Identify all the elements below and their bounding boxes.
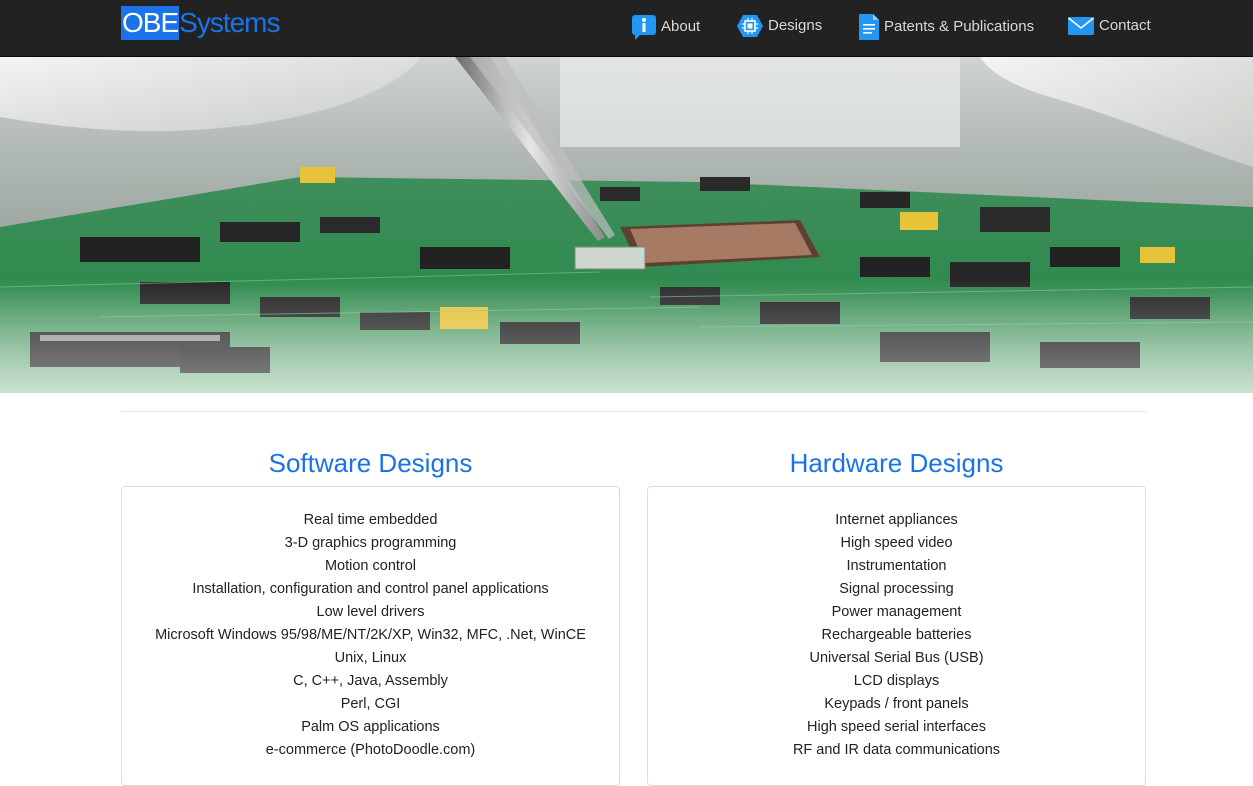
hardware-designs-panel: Internet appliances High speed video Ins… <box>647 486 1146 786</box>
list-item: Instrumentation <box>846 558 947 574</box>
hardware-list: Internet appliances High speed video Ins… <box>648 509 1145 762</box>
list-item: High speed video <box>840 535 953 551</box>
list-item: Universal Serial Bus (USB) <box>809 650 984 666</box>
list-item: High speed serial interfaces <box>807 719 986 735</box>
nav-about-label: About <box>661 18 701 35</box>
software-list: Real time embedded 3-D graphics programm… <box>122 509 619 762</box>
brand-logo[interactable]: OBE Systems <box>121 6 281 40</box>
nav-contact[interactable]: Contact <box>1067 13 1151 39</box>
nav-designs-label: Designs <box>768 17 823 34</box>
list-item: Perl, CGI <box>340 696 401 712</box>
section-divider <box>121 411 1147 412</box>
info-icon <box>631 13 657 41</box>
list-item: Real time embedded <box>303 512 438 528</box>
list-item: Motion control <box>324 558 417 574</box>
list-item: Power management <box>831 604 962 620</box>
envelope-icon <box>1067 15 1095 37</box>
software-designs-panel: Real time embedded 3-D graphics programm… <box>121 486 620 786</box>
list-item: Signal processing <box>839 581 954 597</box>
hardware-designs-title: Hardware Designs <box>789 448 1004 478</box>
brand-obe: OBE <box>121 6 179 40</box>
list-item: Keypads / front panels <box>824 696 969 712</box>
brand-systems: Systems <box>179 7 280 38</box>
circuit-board-photo <box>0 57 1253 393</box>
list-item: C, C++, Java, Assembly <box>293 673 448 689</box>
hero-image <box>0 57 1253 393</box>
list-item: 3-D graphics programming <box>284 535 457 551</box>
software-designs-title: Software Designs <box>268 448 473 478</box>
list-item: Rechargeable batteries <box>821 627 972 643</box>
list-item: Low level drivers <box>316 604 425 620</box>
list-item: Microsoft Windows 95/98/ME/NT/2K/XP, Win… <box>155 627 586 643</box>
nav-contact-label: Contact <box>1099 17 1151 34</box>
list-item: LCD displays <box>853 673 940 689</box>
list-item: RF and IR data communications <box>792 742 1001 758</box>
nav-patents[interactable]: Patents & Publications <box>858 13 1034 41</box>
nav-about[interactable]: About <box>631 13 700 41</box>
list-item: e-commerce (PhotoDoodle.com) <box>265 742 476 758</box>
chip-icon <box>736 13 764 39</box>
list-item: Unix, Linux <box>334 650 407 666</box>
document-icon <box>858 13 880 41</box>
nav-designs[interactable]: Designs <box>736 13 822 39</box>
nav-patents-label: Patents & Publications <box>884 18 1035 35</box>
navbar: OBE Systems About Designs Patents & Publ… <box>0 0 1253 57</box>
list-item: Palm OS applications <box>301 719 440 735</box>
list-item: Internet appliances <box>835 512 958 528</box>
list-item: Installation, configuration and control … <box>192 581 549 597</box>
